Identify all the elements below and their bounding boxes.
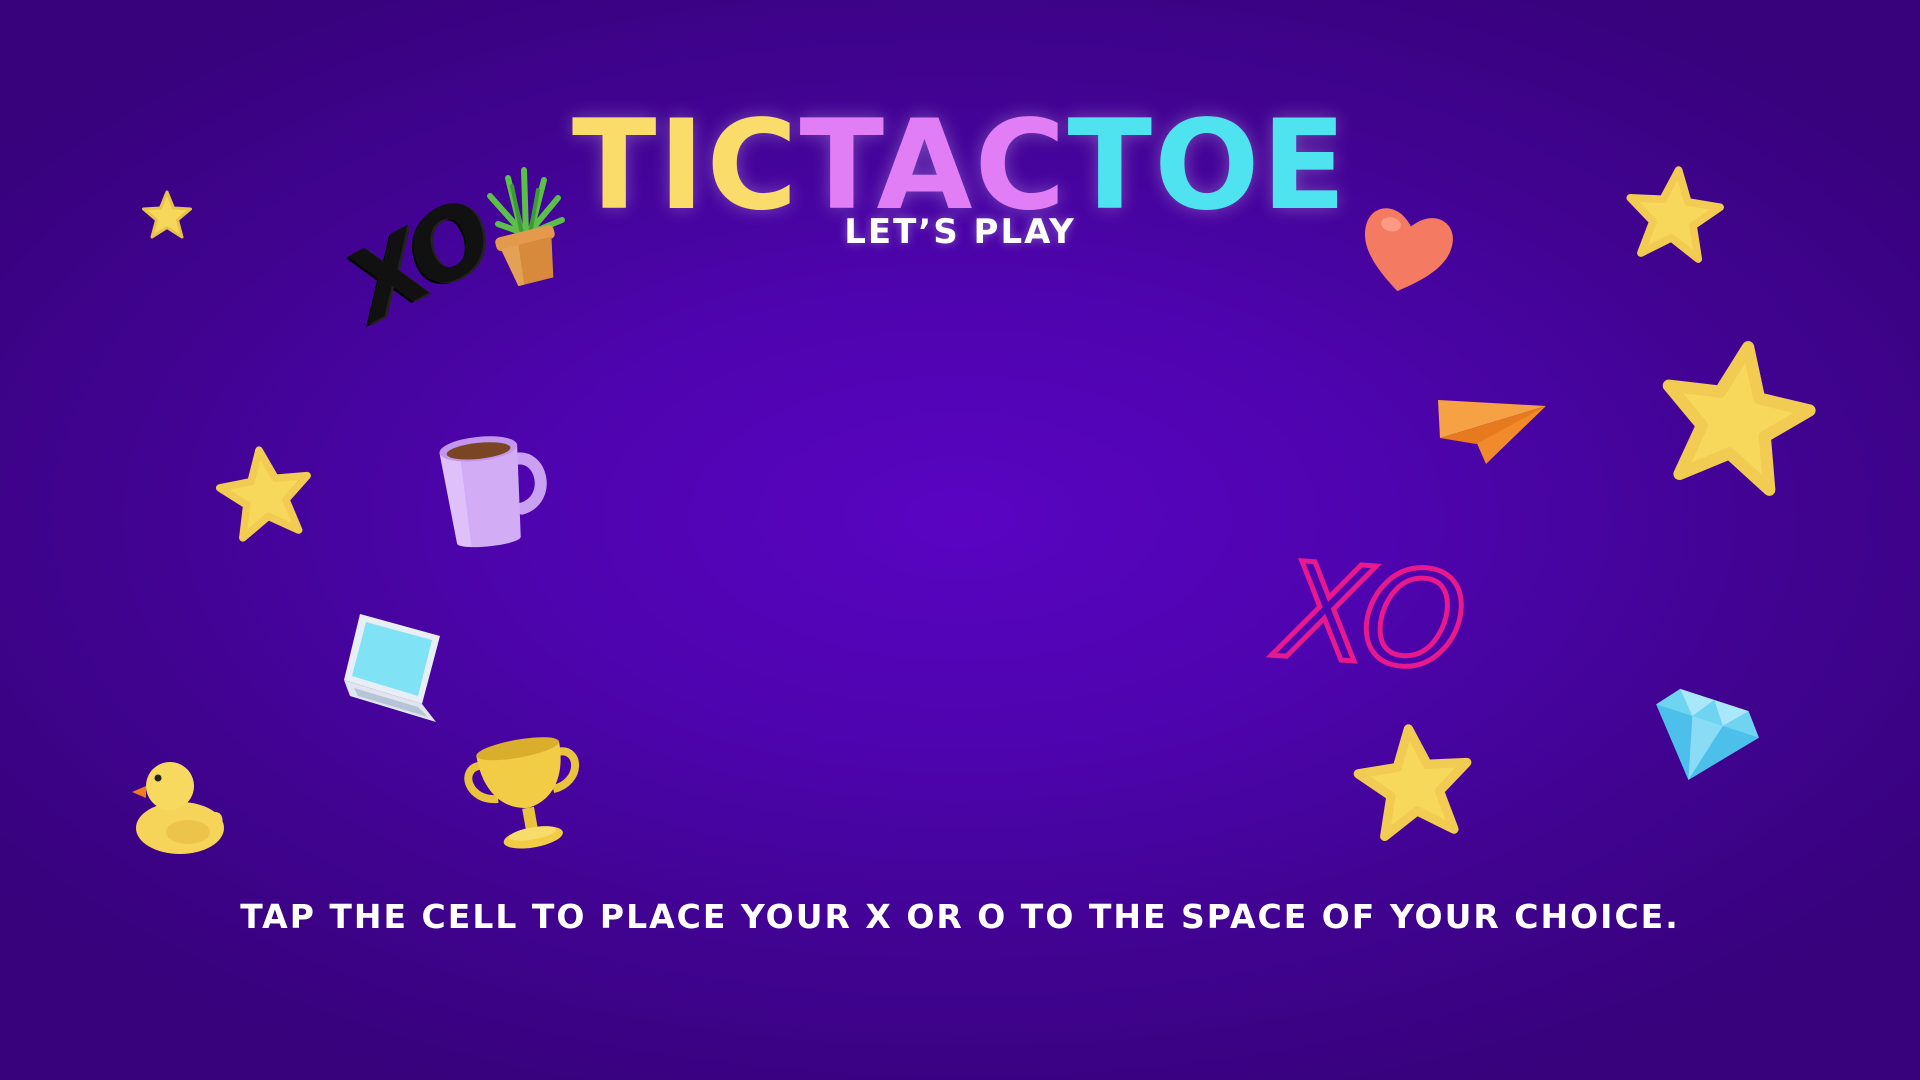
plant-pot-icon [482,167,570,287]
paper-plane-icon [1436,396,1548,468]
diamond-icon [1646,688,1759,786]
star-icon [1626,166,1724,263]
trophy-icon [464,736,588,856]
star-icon [142,190,192,240]
xo-pink-text: XO [1272,531,1469,702]
rubber-duck-icon [128,748,228,856]
heart-icon [1356,200,1456,300]
game-screen: TICTACTOE LET’S PLAY XO XO TAP THE CELL … [0,0,1920,1080]
instruction-text: TAP THE CELL TO PLACE YOUR X OR O TO THE… [240,897,1680,936]
xo-scribble-pink: XO [1272,531,1469,702]
star-icon [215,446,312,542]
star-icon [1353,724,1472,842]
laptop-icon [340,610,446,728]
star-icon [1660,340,1816,496]
coffee-mug-icon [434,428,552,554]
